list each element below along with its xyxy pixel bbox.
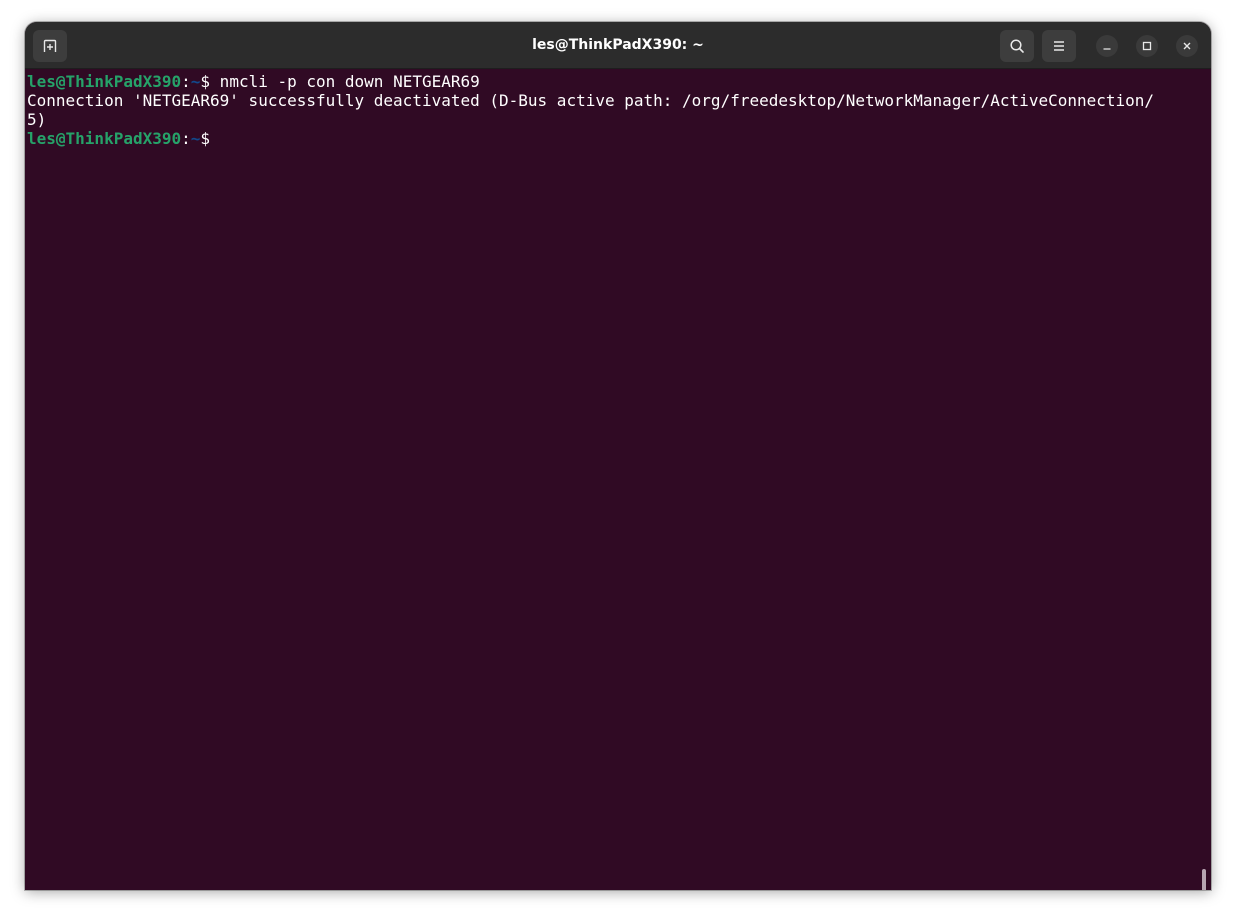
- close-icon: [1182, 41, 1192, 51]
- search-icon: [1009, 38, 1025, 54]
- prompt-user-host: les@ThinkPadX390: [27, 129, 181, 148]
- new-tab-icon: [42, 38, 58, 54]
- prompt-path: ~: [191, 129, 201, 148]
- minimize-icon: [1102, 41, 1112, 51]
- terminal-output[interactable]: les@ThinkPadX390:~$ nmcli -p con down NE…: [25, 69, 1211, 890]
- scrollbar-thumb[interactable]: [1202, 869, 1206, 890]
- prompt-line: les@ThinkPadX390:~$ nmcli -p con down NE…: [27, 72, 1211, 91]
- close-button[interactable]: [1176, 35, 1198, 57]
- prompt-path: ~: [191, 72, 201, 91]
- new-tab-button[interactable]: [33, 30, 67, 62]
- command-text: [210, 129, 220, 148]
- menu-button[interactable]: [1042, 30, 1076, 62]
- prompt-symbol: $: [200, 129, 210, 148]
- output-line: Connection 'NETGEAR69' successfully deac…: [27, 91, 1211, 110]
- search-button[interactable]: [1000, 30, 1034, 62]
- prompt-colon: :: [181, 72, 191, 91]
- prompt-colon: :: [181, 129, 191, 148]
- minimize-button[interactable]: [1096, 35, 1118, 57]
- hamburger-menu-icon: [1052, 39, 1066, 53]
- prompt-symbol: $: [200, 72, 210, 91]
- title-bar[interactable]: les@ThinkPadX390: ~: [25, 22, 1211, 69]
- maximize-button[interactable]: [1136, 35, 1158, 57]
- command-text: nmcli -p con down NETGEAR69: [210, 72, 480, 91]
- prompt-line: les@ThinkPadX390:~$: [27, 129, 1211, 148]
- maximize-icon: [1142, 41, 1152, 51]
- prompt-user-host: les@ThinkPadX390: [27, 72, 181, 91]
- terminal-window: les@ThinkPadX390: ~: [25, 22, 1211, 890]
- output-line: 5): [27, 110, 1211, 129]
